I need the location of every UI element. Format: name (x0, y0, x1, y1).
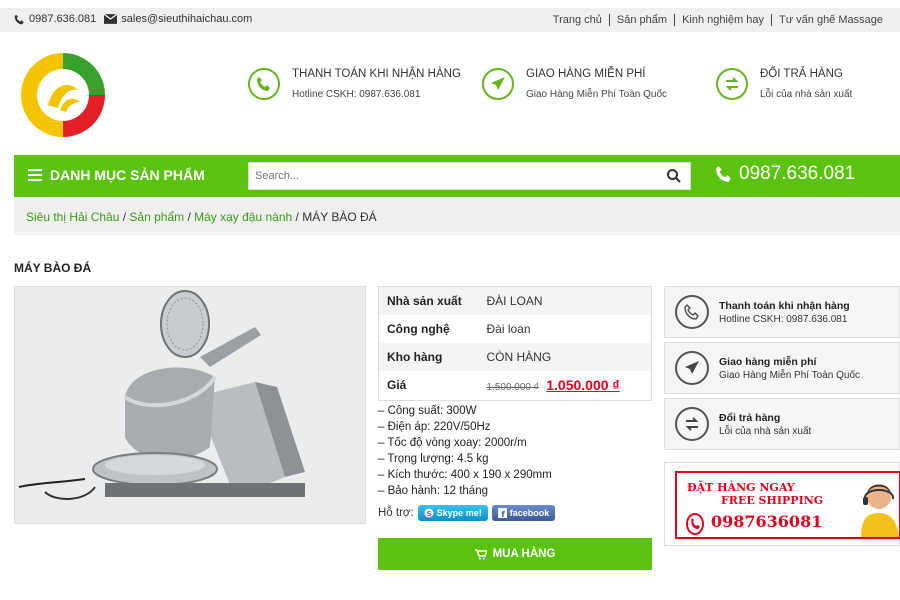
topbar-email[interactable]: sales@sieuthihaichau.com (104, 13, 252, 25)
page-title: MÁY BÀO ĐÁ (14, 261, 92, 275)
table-row: Công nghệ Đài loan (387, 321, 531, 336)
feature-free-shipping: GIAO HÀNG MIỄN PHÍ Giao Hàng Miễn Phí To… (482, 68, 667, 100)
list-item: – Trọng lượng: 4.5 kg (378, 453, 489, 465)
feature-cod: THANH TOÁN KHI NHẬN HÀNG Hotline CSKH: 0… (248, 68, 461, 100)
new-price: 1.050.000 ₫ (546, 377, 620, 394)
plane-icon (675, 351, 709, 385)
nav-hotline[interactable]: 0987.636.081 (715, 163, 855, 185)
top-links: Trang chủ Sản phẩm Kinh nghiệm hay Tư vấ… (546, 14, 890, 26)
price-row: Giá 1.500.000 ₫ 1.050.000 ₫ (387, 377, 620, 394)
breadcrumb-current: MÁY BÀO ĐÁ (302, 210, 377, 224)
link-products[interactable]: Sản phẩm (608, 14, 674, 26)
search-icon[interactable] (666, 168, 682, 184)
order-promo-banner[interactable]: ĐẶT HÀNG NGAY FREE SHIPPING 0987636081 (664, 462, 900, 546)
search-box (248, 162, 691, 190)
breadcrumb-home[interactable]: Siêu thị Hải Châu (26, 210, 119, 224)
spec-table: Nhà sản xuất ĐÀI LOAN Công nghệ Đài loan… (378, 286, 652, 401)
link-massage[interactable]: Tư vấn ghế Massage (771, 14, 890, 26)
hamburger-icon (28, 169, 42, 181)
phone-icon (14, 14, 24, 24)
old-price: 1.500.000 ₫ (486, 382, 539, 394)
exchange-icon (675, 407, 709, 441)
breadcrumb-products[interactable]: Sản phẩm (129, 210, 184, 224)
list-item: – Tốc độ vòng xoay: 2000r/m (378, 437, 527, 449)
phone-icon (248, 68, 280, 100)
buy-button[interactable]: MUA HÀNG (378, 538, 652, 570)
link-tips[interactable]: Kinh nghiệm hay (674, 14, 771, 26)
main-nav: DANH MỤC SẢN PHẨM 0987.636.081 (14, 155, 900, 197)
phone-icon (716, 166, 731, 182)
table-row: Nhà sản xuất ĐÀI LOAN (378, 286, 652, 315)
facebook-icon: f (497, 508, 507, 518)
promo-phone: 0987636081 (711, 512, 823, 531)
cart-icon (474, 548, 487, 559)
support-row: Hỗ trợ: S Skype me! f facebook (378, 505, 556, 521)
sidebar-box-returns: Đổi trả hàng Lỗi của nhà sản xuất (664, 398, 900, 450)
svg-text:f: f (501, 510, 505, 518)
support-agent-image (861, 484, 899, 537)
exchange-icon (716, 68, 748, 100)
feature-list: – Công suất: 300W – Điện áp: 220V/50Hz –… (378, 403, 552, 499)
envelope-icon (104, 14, 118, 24)
list-item: – Kích thước: 400 x 190 x 290mm (378, 469, 552, 481)
category-menu-button[interactable]: DANH MỤC SẢN PHẨM (28, 167, 205, 183)
link-home[interactable]: Trang chủ (546, 14, 609, 26)
product-image[interactable] (14, 286, 366, 524)
skype-button[interactable]: S Skype me! (417, 505, 488, 521)
top-bar: 0987.636.081 sales@sieuthihaichau.com Tr… (0, 8, 900, 32)
phone-icon (686, 513, 704, 535)
sidebar-box-shipping: Giao hàng miễn phí Giao Hàng Miễn Phí To… (664, 342, 900, 394)
sidebar-box-cod: Thanh toán khi nhận hàng Hotline CSKH: 0… (664, 286, 900, 338)
list-item: – Bảo hành: 12 tháng (378, 485, 488, 497)
list-item: – Công suất: 300W (378, 405, 477, 417)
breadcrumb-category[interactable]: Máy xay đậu nành (194, 210, 292, 224)
list-item: – Điện áp: 220V/50Hz (378, 421, 491, 433)
table-row: Kho hàng CÒN HÀNG (378, 342, 652, 371)
site-logo[interactable] (18, 50, 108, 140)
search-input[interactable] (249, 163, 649, 189)
topbar-phone[interactable]: 0987.636.081 (14, 13, 96, 25)
plane-icon (482, 68, 514, 100)
feature-returns: ĐỔI TRẢ HÀNG Lỗi của nhà sản xuất (716, 68, 852, 100)
breadcrumb: Siêu thị Hải Châu / Sản phẩm / Máy xay đ… (14, 197, 900, 235)
skype-icon: S (424, 508, 434, 518)
phone-icon (675, 295, 709, 329)
facebook-button[interactable]: f facebook (491, 505, 556, 521)
svg-text:S: S (426, 510, 431, 518)
